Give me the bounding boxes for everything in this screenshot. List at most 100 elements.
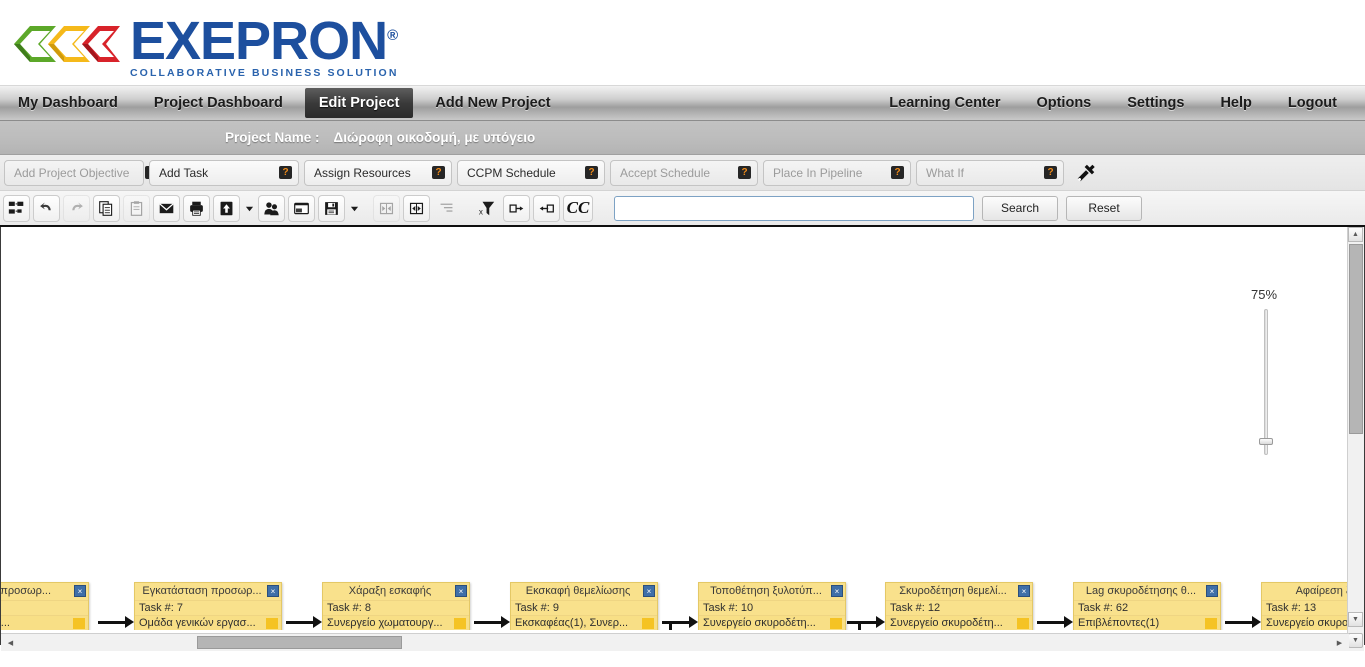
help-icon[interactable]: ?: [891, 166, 904, 179]
task-resource: Εκσκαφέας(1), Συνερ...: [515, 617, 629, 629]
arrow-n12: [876, 616, 885, 628]
close-icon[interactable]: ×: [74, 585, 86, 597]
task-node[interactable]: Αφαίρεση ξυλ × Task #: 13 Συνεργείο σκυρ…: [1261, 582, 1349, 630]
task-resource: Επιβλέποντες(1): [1078, 617, 1160, 629]
place-in-pipeline-button[interactable]: Place In Pipeline ?: [763, 159, 911, 186]
horizontal-scroll-thumb[interactable]: [197, 636, 402, 649]
close-icon[interactable]: ×: [831, 585, 843, 597]
save-dropdown-caret-icon[interactable]: [348, 195, 360, 222]
task-number-label: Task #:: [1266, 602, 1301, 614]
assign-resources-button[interactable]: Assign Resources ?: [304, 159, 452, 186]
task-resource: Συνεργείο σκυροδ: [1266, 617, 1349, 629]
undo-icon[interactable]: [33, 194, 60, 222]
export-dropdown-caret-icon[interactable]: [243, 195, 255, 222]
ccpm-schedule-label: CCPM Schedule: [467, 165, 556, 180]
network-view-icon[interactable]: [3, 194, 30, 222]
scroll-down-arrow-icon[interactable]: ▼: [1348, 612, 1363, 627]
help-icon[interactable]: ?: [432, 166, 445, 179]
expand-horizontal-icon[interactable]: [373, 194, 400, 222]
nav-item-my-dashboard[interactable]: My Dashboard: [0, 86, 136, 120]
add-project-objective-button[interactable]: Add Project Objective ?: [4, 159, 159, 186]
help-icon[interactable]: ?: [738, 166, 751, 179]
arrow-n62: [1064, 616, 1073, 628]
resource-color-swatch: [73, 618, 85, 629]
task-number-value: 62: [1115, 602, 1129, 614]
task-node[interactable]: Σκυροδέτηση θεμελί... × Task #: 12 Συνερ…: [885, 582, 1033, 630]
reset-button[interactable]: Reset: [1066, 195, 1142, 221]
task-node[interactable]: Lag σκυροδέτησης θ... × Task #: 62 Επιβλ…: [1073, 582, 1221, 630]
scroll-page-down-button[interactable]: ▼: [1348, 633, 1363, 648]
step-in-icon[interactable]: [533, 194, 560, 222]
email-icon[interactable]: [153, 194, 180, 222]
task-node[interactable]: Χάραξη εσκαφής × Task #: 8 Συνεργείο χωμ…: [322, 582, 470, 630]
wrench-hammer-icon[interactable]: [1071, 159, 1101, 187]
search-input[interactable]: [614, 195, 974, 221]
task-resource-row: Συνεργείο σκυροδέτη...: [699, 615, 845, 630]
accept-schedule-button[interactable]: Accept Schedule ?: [610, 159, 758, 186]
resource-color-swatch: [830, 618, 842, 629]
step-out-icon[interactable]: [503, 194, 530, 222]
ccpm-schedule-button[interactable]: CCPM Schedule ?: [457, 159, 605, 186]
add-task-label: Add Task: [159, 165, 209, 180]
redo-icon[interactable]: [63, 194, 90, 222]
help-icon[interactable]: ?: [279, 166, 292, 179]
close-icon[interactable]: ×: [1206, 585, 1218, 597]
canvas-horizontal-scrollbar[interactable]: ◀ ▶: [1, 633, 1349, 651]
paste-icon[interactable]: [123, 194, 150, 222]
task-number-label: Task #:: [1078, 602, 1113, 614]
edge-n7-n8: [286, 621, 314, 624]
close-icon[interactable]: ×: [267, 585, 279, 597]
task-node[interactable]: Εγκατάσταση προσωρ... × Task #: 7 Ομάδα …: [134, 582, 282, 630]
arrow-n7: [125, 616, 134, 628]
network-diagram-canvas[interactable]: σταση προσωρ... × ικών εργασ... Εγκατάστ…: [0, 227, 1365, 651]
nav-item-help[interactable]: Help: [1202, 86, 1269, 120]
zoom-slider-thumb[interactable]: [1259, 438, 1273, 445]
help-icon[interactable]: ?: [585, 166, 598, 179]
nav-item-add-new-project[interactable]: Add New Project: [417, 86, 568, 120]
task-number-label: Task #:: [327, 602, 362, 614]
task-node[interactable]: σταση προσωρ... × ικών εργασ...: [1, 582, 89, 630]
close-icon[interactable]: ×: [1018, 585, 1030, 597]
nav-item-logout[interactable]: Logout: [1270, 86, 1355, 120]
scroll-up-arrow-icon[interactable]: ▲: [1348, 227, 1363, 242]
task-resource-row: Συνεργείο σκυροδ: [1262, 615, 1349, 630]
scroll-left-arrow-icon[interactable]: ◀: [3, 635, 18, 650]
save-icon[interactable]: [318, 194, 345, 222]
project-name-value: Διώροφη οικοδομή, με υπόγειο: [333, 130, 536, 145]
arrow-n8: [313, 616, 322, 628]
indent-list-icon[interactable]: [433, 195, 460, 222]
diagram-viewport[interactable]: σταση προσωρ... × ικών εργασ... Εγκατάστ…: [1, 227, 1349, 630]
arrow-n10: [689, 616, 698, 628]
clear-filter-icon[interactable]: x: [473, 195, 500, 222]
export-icon[interactable]: [213, 194, 240, 222]
close-icon[interactable]: ×: [455, 585, 467, 597]
task-node[interactable]: Εκσκαφή θεμελίωσης × Task #: 9 Εκσκαφέας…: [510, 582, 658, 630]
print-icon[interactable]: [183, 194, 210, 222]
resources-icon[interactable]: [258, 194, 285, 222]
nav-item-learning-center[interactable]: Learning Center: [871, 86, 1018, 120]
nav-item-options[interactable]: Options: [1018, 86, 1109, 120]
task-node[interactable]: Τοποθέτηση ξυλοτύπ... × Task #: 10 Συνερ…: [698, 582, 846, 630]
add-project-objective-label: Add Project Objective: [14, 165, 130, 180]
collapse-horizontal-icon[interactable]: [403, 194, 430, 222]
close-icon[interactable]: ×: [643, 585, 655, 597]
nav-right-group: Learning Center Options Settings Help Lo…: [871, 86, 1365, 120]
zoom-slider-track[interactable]: [1264, 309, 1268, 455]
canvas-vertical-scrollbar[interactable]: ▲ ▼ ▼: [1347, 227, 1364, 651]
nav-item-settings[interactable]: Settings: [1109, 86, 1202, 120]
nav-item-project-dashboard[interactable]: Project Dashboard: [136, 86, 301, 120]
add-task-button[interactable]: Add Task ?: [149, 159, 299, 186]
layout-icon[interactable]: [288, 194, 315, 222]
nav-item-edit-project[interactable]: Edit Project: [304, 88, 414, 118]
task-resource: Συνεργείο σκυροδέτη...: [890, 617, 1003, 629]
search-button[interactable]: Search: [982, 195, 1058, 221]
help-icon[interactable]: ?: [1044, 166, 1057, 179]
main-navigation: My Dashboard Project Dashboard Edit Proj…: [0, 85, 1365, 121]
what-if-button[interactable]: What If ?: [916, 159, 1064, 186]
task-number-label: Task #:: [515, 602, 550, 614]
copy-icon[interactable]: [93, 194, 120, 222]
cc-button[interactable]: CC: [563, 194, 593, 222]
vertical-scroll-thumb[interactable]: [1349, 244, 1363, 434]
brand-name: EXEPRON®: [130, 11, 401, 68]
scroll-right-arrow-icon[interactable]: ▶: [1332, 635, 1347, 650]
